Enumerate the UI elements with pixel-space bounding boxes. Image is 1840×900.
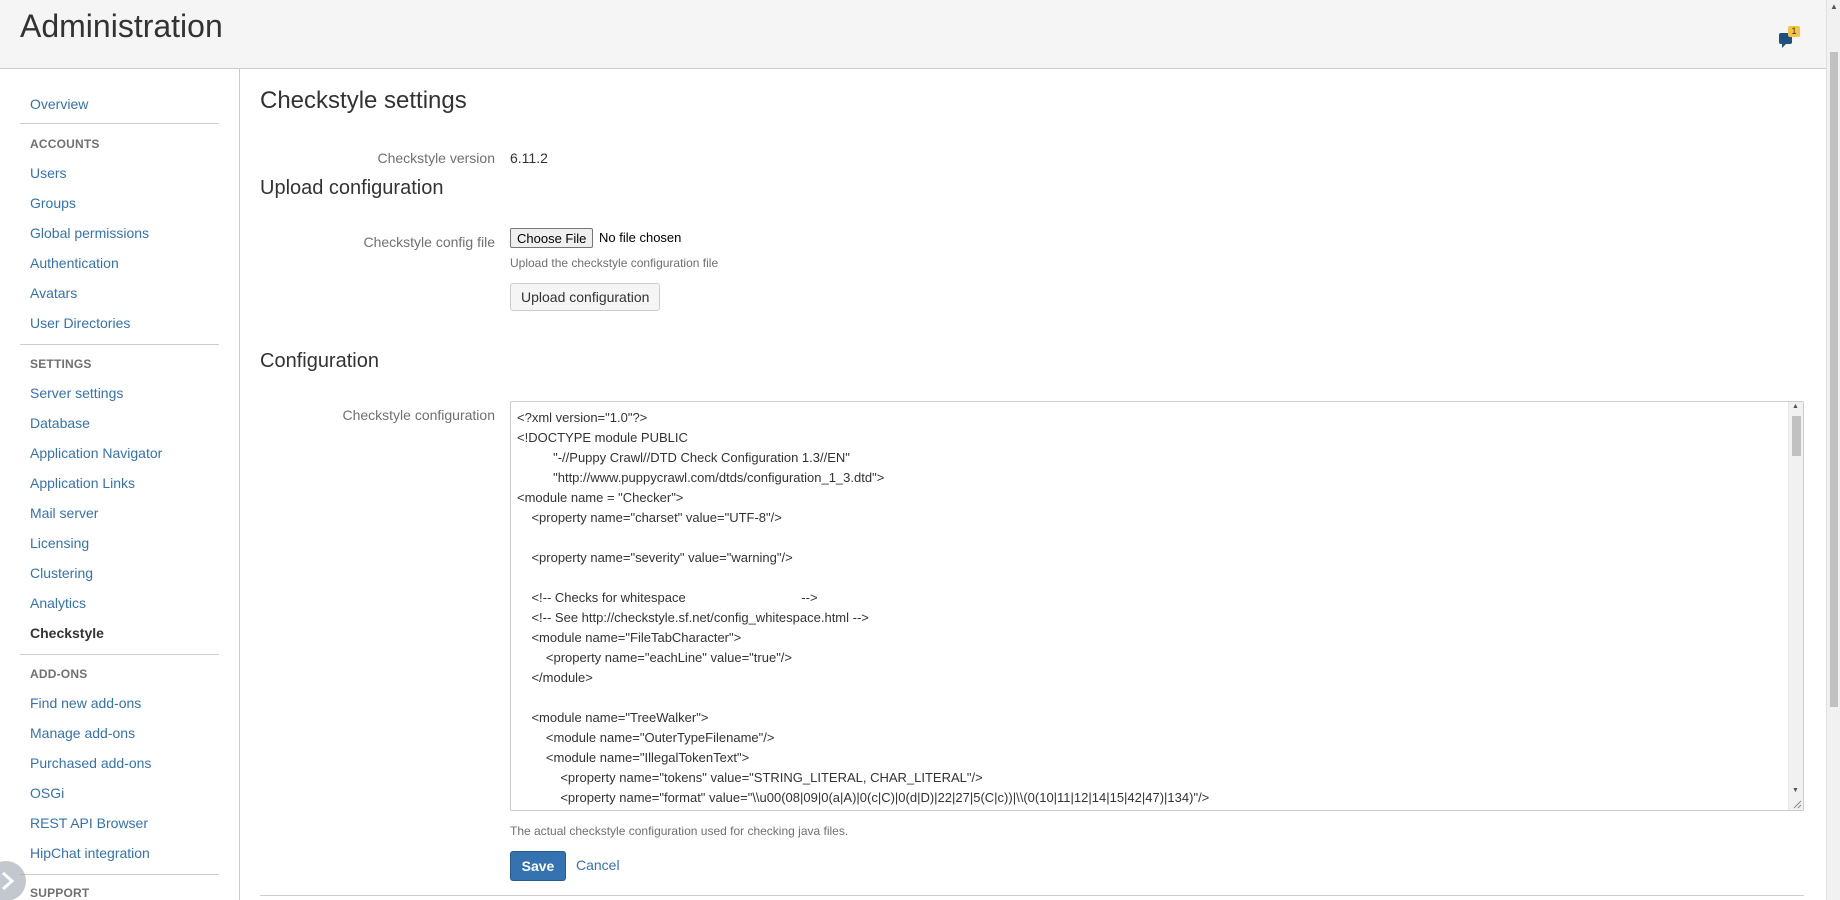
sidebar-item-checkstyle[interactable]: Checkstyle <box>30 625 104 641</box>
scroll-up-icon: ▲ <box>1830 2 1838 11</box>
no-file-chosen-text: No file chosen <box>599 230 682 245</box>
upload-configuration-heading: Upload configuration <box>260 177 444 199</box>
save-button[interactable]: Save <box>510 851 566 881</box>
sidebar-divider <box>20 344 219 345</box>
header-bar: Administration 1 <box>0 0 1826 69</box>
upload-help-text: Upload the checkstyle configuration file <box>510 256 719 270</box>
checkstyle-configuration-textarea[interactable]: <?xml version="1.0"?> <!DOCTYPE module P… <box>510 401 1804 811</box>
page-scrollbar[interactable]: ▲ <box>1826 0 1840 900</box>
sidebar-item-overview[interactable]: Overview <box>30 96 88 112</box>
textarea-scrollbar[interactable]: ▲ ▼ <box>1788 402 1803 810</box>
page-title: Administration <box>20 8 223 44</box>
sidebar-item-application-navigator[interactable]: Application Navigator <box>30 445 162 461</box>
sidebar-heading-accounts: ACCOUNTS <box>30 137 100 151</box>
admin-sidebar: Overview ACCOUNTS Users Groups Global pe… <box>0 69 240 900</box>
sidebar-item-server-settings[interactable]: Server settings <box>30 385 123 401</box>
sidebar-item-groups[interactable]: Groups <box>30 195 76 211</box>
sidebar-item-osgi[interactable]: OSGi <box>30 785 64 801</box>
sidebar-item-database[interactable]: Database <box>30 415 90 431</box>
sidebar-heading-settings: SETTINGS <box>30 357 92 371</box>
configuration-help-text: The actual checkstyle configuration used… <box>510 824 849 838</box>
sidebar-item-mail-server[interactable]: Mail server <box>30 505 98 521</box>
sidebar-collapse-button[interactable] <box>0 861 26 900</box>
scroll-up-icon: ▲ <box>1792 403 1799 410</box>
sidebar-item-find-new-add-ons[interactable]: Find new add-ons <box>30 695 141 711</box>
checkstyle-configuration-label: Checkstyle configuration <box>342 407 495 423</box>
sidebar-item-users[interactable]: Users <box>30 165 67 181</box>
form-divider <box>260 895 1804 896</box>
sidebar-divider <box>20 123 219 124</box>
sidebar-item-application-links[interactable]: Application Links <box>30 475 135 491</box>
sidebar-item-hipchat-integration[interactable]: HipChat integration <box>30 845 150 861</box>
resize-grip-icon[interactable] <box>1792 799 1802 809</box>
sidebar-item-manage-add-ons[interactable]: Manage add-ons <box>30 725 135 741</box>
configuration-heading: Configuration <box>260 350 379 372</box>
sidebar-item-rest-api-browser[interactable]: REST API Browser <box>30 815 148 831</box>
page-scroll-thumb[interactable] <box>1830 52 1838 707</box>
upload-configuration-button[interactable]: Upload configuration <box>510 283 661 311</box>
sidebar-heading-add-ons: ADD-ONS <box>30 667 88 681</box>
sidebar-item-avatars[interactable]: Avatars <box>30 285 77 301</box>
sidebar-item-user-directories[interactable]: User Directories <box>30 315 130 331</box>
sidebar-item-licensing[interactable]: Licensing <box>30 535 89 551</box>
notification-count-badge: 1 <box>1788 26 1800 37</box>
cancel-link[interactable]: Cancel <box>576 857 620 873</box>
sidebar-item-global-permissions[interactable]: Global permissions <box>30 225 149 241</box>
section-title: Checkstyle settings <box>260 87 467 114</box>
config-file-label: Checkstyle config file <box>363 234 495 250</box>
choose-file-button[interactable]: Choose File <box>510 228 594 248</box>
checkstyle-version-value: 6.11.2 <box>510 150 548 166</box>
sidebar-item-authentication[interactable]: Authentication <box>30 255 119 271</box>
sidebar-item-analytics[interactable]: Analytics <box>30 595 86 611</box>
checkstyle-version-label: Checkstyle version <box>377 150 496 166</box>
sidebar-heading-support: SUPPORT <box>30 886 90 900</box>
sidebar-divider <box>20 874 219 875</box>
notifications-button[interactable]: 1 <box>1776 26 1800 52</box>
configuration-text: <?xml version="1.0"?> <!DOCTYPE module P… <box>517 410 1210 805</box>
sidebar-item-clustering[interactable]: Clustering <box>30 565 93 581</box>
scroll-down-icon: ▼ <box>1792 787 1799 794</box>
chevron-right-icon <box>2 871 15 891</box>
sidebar-item-purchased-add-ons[interactable]: Purchased add-ons <box>30 755 151 771</box>
textarea-scroll-thumb[interactable] <box>1792 416 1801 456</box>
sidebar-divider <box>20 654 219 655</box>
